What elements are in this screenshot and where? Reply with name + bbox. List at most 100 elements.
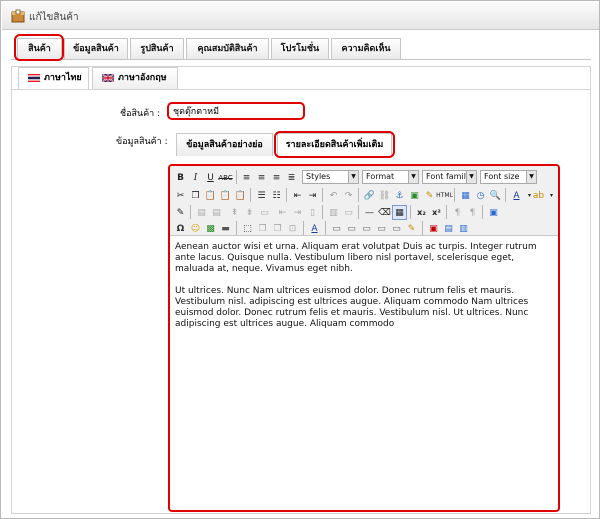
insert-row-before-icon[interactable]: ⇞: [227, 205, 242, 220]
toolbar-separator: [190, 205, 191, 219]
paste-word-icon[interactable]: 📋: [233, 188, 248, 203]
undo-icon[interactable]: ↶: [326, 188, 341, 203]
abbr-icon[interactable]: ▭: [344, 221, 359, 236]
product-name-input[interactable]: [167, 102, 305, 120]
toolbar-separator: [482, 205, 483, 219]
tab-product-images[interactable]: รูปสินค้า: [130, 38, 184, 60]
paste-text-icon[interactable]: 📋: [218, 188, 233, 203]
underline-button[interactable]: U: [203, 170, 218, 185]
style-props-icon[interactable]: A: [307, 221, 322, 236]
uk-flag-icon: [102, 74, 114, 82]
align-left-icon[interactable]: ≡: [239, 170, 254, 185]
toolbar-separator: [358, 188, 359, 202]
window-title: แก้ไขสินค้า: [29, 12, 79, 23]
language-tab-divider: [11, 89, 591, 90]
html-source-icon[interactable]: HTML: [436, 188, 453, 203]
align-center-icon[interactable]: ≡: [254, 170, 269, 185]
horizontal-rule-icon[interactable]: —: [362, 205, 377, 220]
preview-icon[interactable]: 🔍: [488, 188, 503, 203]
toolbar-separator: [505, 188, 506, 202]
media-icon[interactable]: ▩: [203, 221, 218, 236]
tab-product[interactable]: สินค้า: [17, 38, 62, 60]
tab-product-properties[interactable]: คุณสมบัติสินค้า: [186, 38, 269, 60]
image-icon[interactable]: ▣: [407, 188, 422, 203]
cleanup-icon[interactable]: ✎: [422, 188, 437, 203]
cut-icon[interactable]: ✂: [173, 188, 188, 203]
absolute-icon[interactable]: ⊡: [285, 221, 300, 236]
split-cells-icon[interactable]: ▥: [326, 205, 341, 220]
tab-comments[interactable]: ความคิดเห็น: [331, 38, 401, 60]
toolbar-separator: [454, 188, 455, 202]
move-backward-icon[interactable]: ❐: [270, 221, 285, 236]
styles-select[interactable]: Styles ▼: [302, 170, 359, 184]
editor-toolbar: B I U ABC ≡ ≡ ≡ ≣ Styles ▼ Format ▼ Font f…: [170, 166, 558, 236]
paste-icon[interactable]: 📋: [203, 188, 218, 203]
row-props-icon[interactable]: ▤: [209, 205, 224, 220]
ltr-icon[interactable]: ¶: [450, 205, 465, 220]
attribs-icon[interactable]: ✎: [404, 221, 419, 236]
tab-product-info[interactable]: ข้อมูลสินค้า: [64, 38, 128, 60]
toolbar-separator: [422, 221, 423, 235]
visual-chars-icon[interactable]: ▣: [426, 221, 441, 236]
anchor-icon[interactable]: ⚓: [392, 188, 407, 203]
bold-button[interactable]: B: [173, 170, 188, 185]
indent-icon[interactable]: ⇥: [305, 188, 320, 203]
format-select-value: Format: [366, 172, 395, 181]
tab-thai[interactable]: ภาษาไทย: [18, 67, 89, 89]
table-icon[interactable]: ▤: [194, 205, 209, 220]
insert-date-icon[interactable]: ▦: [458, 188, 473, 203]
align-justify-icon[interactable]: ≣: [284, 170, 299, 185]
chevron-down-icon: ▼: [408, 171, 418, 183]
special-char-icon[interactable]: Ω: [173, 221, 188, 236]
link-icon[interactable]: 🔗: [362, 188, 377, 203]
unlink-icon[interactable]: ⛓: [377, 188, 392, 203]
insert-row-after-icon[interactable]: ⇟: [242, 205, 257, 220]
bullet-list-icon[interactable]: ☰: [254, 188, 269, 203]
toolbar-separator: [286, 188, 287, 202]
subscript-icon[interactable]: x₂: [414, 205, 429, 220]
outdent-icon[interactable]: ⇤: [290, 188, 305, 203]
redo-icon[interactable]: ↷: [341, 188, 356, 203]
acronym-icon[interactable]: ▭: [359, 221, 374, 236]
insert-time-icon[interactable]: ◷: [473, 188, 488, 203]
rtl-icon[interactable]: ¶: [465, 205, 480, 220]
italic-button[interactable]: I: [188, 170, 203, 185]
delete-col-icon[interactable]: ▯: [305, 205, 320, 220]
strikethrough-button[interactable]: ABC: [218, 170, 233, 185]
tab-more-details[interactable]: รายละเอียดสินค้าเพิ่มเติม: [277, 133, 392, 156]
toolbar-separator: [236, 221, 237, 235]
font-family-select[interactable]: Font family ▼: [422, 170, 477, 184]
tab-english[interactable]: ภาษาอังกฤษ: [92, 67, 178, 89]
editor-content[interactable]: Aenean auctor wisi et urna. Aliquam erat…: [175, 242, 555, 341]
insert-layer-icon[interactable]: ⬚: [240, 221, 255, 236]
insert-col-after-icon[interactable]: ⇥: [290, 205, 305, 220]
tab-short-description[interactable]: ข้อมูลสินค้าอย่างย่อ: [176, 133, 273, 156]
del-icon[interactable]: ▭: [374, 221, 389, 236]
merge-cells-icon[interactable]: ▭: [341, 205, 356, 220]
visual-aid-icon[interactable]: ▦: [392, 205, 407, 220]
copy-icon[interactable]: ❐: [188, 188, 203, 203]
align-right-icon[interactable]: ≡: [269, 170, 284, 185]
insert-col-before-icon[interactable]: ⇤: [275, 205, 290, 220]
template-icon[interactable]: ▥: [456, 221, 471, 236]
nonbreaking-icon[interactable]: ▤: [441, 221, 456, 236]
highlight-color-chevron-icon[interactable]: ▾: [544, 188, 558, 203]
ins-icon[interactable]: ▭: [389, 221, 404, 236]
delete-row-icon[interactable]: ▭: [257, 205, 272, 220]
fullscreen-icon[interactable]: ▣: [486, 205, 501, 220]
font-size-select[interactable]: Font size ▼: [480, 170, 537, 184]
toolbar-separator: [322, 205, 323, 219]
format-select[interactable]: Format ▼: [362, 170, 419, 184]
move-forward-icon[interactable]: ❐: [255, 221, 270, 236]
superscript-icon[interactable]: x²: [429, 205, 444, 220]
emoticon-icon[interactable]: ☺: [188, 221, 203, 236]
product-box-icon: [11, 9, 25, 23]
tab-promotion[interactable]: โปรโมชั่น: [271, 38, 329, 60]
numbered-list-icon[interactable]: ☷: [269, 188, 284, 203]
cite-icon[interactable]: ▭: [329, 221, 344, 236]
content-paragraph: Ut ultrices. Nunc Nam ultrices euismod d…: [175, 286, 529, 329]
page-break-icon[interactable]: ▬: [218, 221, 233, 236]
product-name-label: ชื่อสินค้า :: [120, 109, 161, 119]
edit-css-icon[interactable]: ✎: [173, 205, 188, 220]
remove-format-icon[interactable]: ⌫: [377, 205, 392, 220]
